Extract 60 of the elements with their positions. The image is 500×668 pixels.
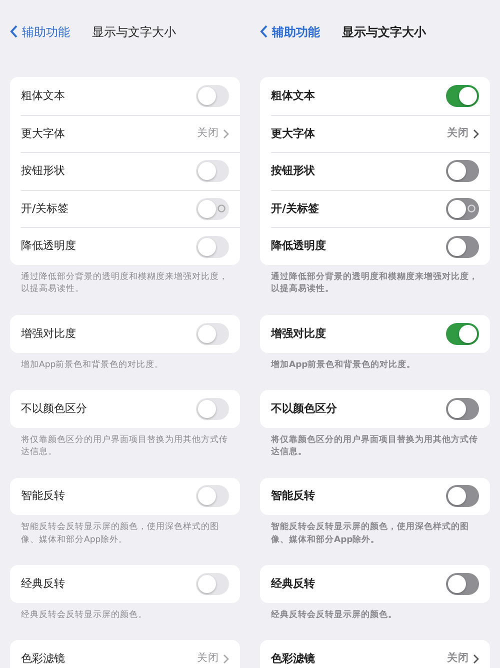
chevron-right-icon xyxy=(473,128,479,139)
back-button[interactable]: 辅助功能 xyxy=(10,22,70,40)
toggle-switch[interactable] xyxy=(196,236,229,258)
setting-label: 更大字体 xyxy=(271,126,315,142)
setting-label: 开/关标签 xyxy=(21,200,69,217)
setting-label: 不以颜色区分 xyxy=(271,400,337,417)
toggle-switch[interactable] xyxy=(446,322,479,345)
chevron-right-icon xyxy=(223,128,229,139)
setting-label: 降低透明度 xyxy=(21,238,76,254)
footer-note: 通过降低部分背景的透明度和模糊度来增强对比度，以提高易读性。 xyxy=(20,270,229,296)
toggle-switch[interactable] xyxy=(196,398,229,420)
footer-note: 智能反转会反转显示屏的颜色，使用深色样式的图像、媒体和部分App除外。 xyxy=(270,520,470,546)
footer-note: 智能反转会反转显示屏的颜色，使用深色样式的图像、媒体和部分App除外。 xyxy=(20,521,220,546)
setting-label: 经典反转 xyxy=(21,576,65,592)
setting-label: 更大字体 xyxy=(21,126,65,142)
footer-note: 增加App前景色和背景色的对比度。 xyxy=(270,358,417,372)
footer-note: 将仅靠颜色区分的用户界面项目替换为用其他方式传达信息。 xyxy=(20,434,229,459)
setting-label: 降低透明度 xyxy=(271,238,326,254)
toggle-switch[interactable] xyxy=(196,485,229,508)
footer-note: 增加App前景色和背景色的对比度。 xyxy=(20,358,165,372)
setting-label: 增强对比度 xyxy=(21,326,76,342)
setting-label: 不以颜色区分 xyxy=(21,400,87,417)
setting-value: 关闭 xyxy=(447,126,469,142)
setting-label: 按钮形状 xyxy=(271,163,315,180)
toggle-switch[interactable] xyxy=(446,84,479,107)
back-button[interactable]: 辅助功能 xyxy=(260,22,320,40)
setting-label: 开/关标签 xyxy=(271,200,320,217)
setting-label: 粗体文本 xyxy=(271,88,315,104)
page-title: 显示与文字大小 xyxy=(92,24,176,40)
toggle-switch[interactable] xyxy=(446,198,479,220)
chevron-right-icon xyxy=(473,654,479,664)
page-title: 显示与文字大小 xyxy=(342,24,426,40)
setting-value: 关闭 xyxy=(197,126,219,142)
toggle-switch[interactable] xyxy=(446,160,479,182)
setting-label: 智能反转 xyxy=(21,488,65,504)
footer-note: 将仅靠颜色区分的用户界面项目替换为用其他方式传达信息。 xyxy=(270,434,479,459)
setting-label: 增强对比度 xyxy=(271,326,326,342)
footer-note: 通过降低部分背景的透明度和模糊度来增强对比度，以提高易读性。 xyxy=(270,270,479,296)
setting-value: 关闭 xyxy=(197,651,219,666)
toggle-switch[interactable] xyxy=(196,573,229,596)
footer-note: 经典反转会反转显示屏的颜色。 xyxy=(270,608,398,622)
chevron-left-icon xyxy=(10,25,18,38)
chevron-left-icon xyxy=(260,25,268,38)
setting-label: 色彩滤镜 xyxy=(271,650,315,667)
toggle-switch[interactable] xyxy=(446,573,479,596)
setting-label: 按钮形状 xyxy=(21,163,65,180)
toggle-switch[interactable] xyxy=(196,84,229,107)
setting-value: 关闭 xyxy=(447,651,469,666)
setting-label: 经典反转 xyxy=(271,576,315,592)
toggle-switch[interactable] xyxy=(196,198,229,220)
toggle-switch[interactable] xyxy=(196,160,229,182)
toggle-switch[interactable] xyxy=(196,322,229,345)
setting-label: 粗体文本 xyxy=(21,88,65,104)
toggle-switch[interactable] xyxy=(446,398,479,420)
chevron-right-icon xyxy=(223,654,229,664)
footer-note: 经典反转会反转显示屏的颜色。 xyxy=(20,608,148,622)
setting-label: 智能反转 xyxy=(271,488,315,504)
toggle-switch[interactable] xyxy=(446,236,479,258)
setting-label: 色彩滤镜 xyxy=(21,650,65,667)
toggle-switch[interactable] xyxy=(446,485,479,508)
